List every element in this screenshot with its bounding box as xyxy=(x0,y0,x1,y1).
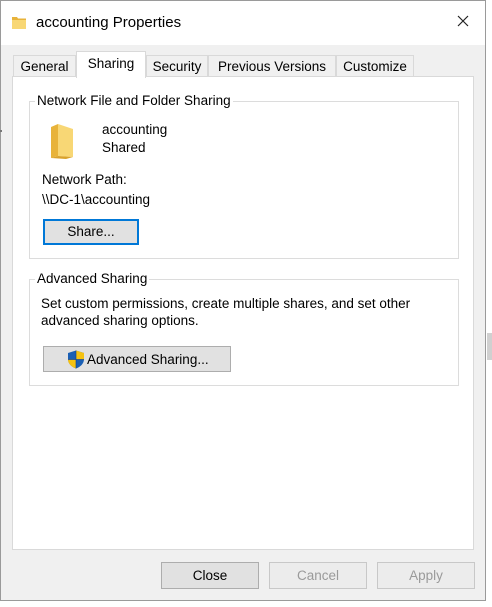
apply-button[interactable]: Apply xyxy=(377,562,475,589)
close-button[interactable]: Close xyxy=(161,562,259,589)
advanced-sharing-description-line2: advanced sharing options. xyxy=(41,313,199,328)
folder-name: accounting xyxy=(102,122,168,137)
folder-icon xyxy=(12,15,26,29)
network-path-label: Network Path: xyxy=(42,172,127,187)
close-icon[interactable] xyxy=(452,10,474,32)
window-title: accounting Properties xyxy=(36,14,182,31)
cancel-button[interactable]: Cancel xyxy=(269,562,367,589)
advanced-sharing-group-label: Advanced Sharing xyxy=(35,271,150,286)
tab-general[interactable]: General xyxy=(13,55,76,77)
tab-sharing[interactable]: Sharing xyxy=(76,51,146,78)
sharing-tab-panel: Network File and Folder Sharing accounti… xyxy=(12,76,474,550)
background-artifact xyxy=(0,130,2,132)
advanced-sharing-button-label: Advanced Sharing... xyxy=(87,352,209,367)
advanced-sharing-description-line1: Set custom permissions, create multiple … xyxy=(41,296,411,311)
uac-shield-icon xyxy=(67,350,85,369)
network-sharing-group-label: Network File and Folder Sharing xyxy=(35,93,233,108)
sharing-status: Shared xyxy=(102,140,146,155)
background-window-edge xyxy=(487,333,492,360)
tab-customize[interactable]: Customize xyxy=(336,55,414,77)
network-path-value: \\DC-1\accounting xyxy=(42,192,151,207)
tab-security[interactable]: Security xyxy=(146,55,208,77)
share-button[interactable]: Share... xyxy=(43,219,139,245)
tab-previous-versions[interactable]: Previous Versions xyxy=(208,55,336,77)
shared-folder-icon xyxy=(49,123,75,159)
advanced-sharing-button[interactable]: Advanced Sharing... xyxy=(43,346,231,372)
